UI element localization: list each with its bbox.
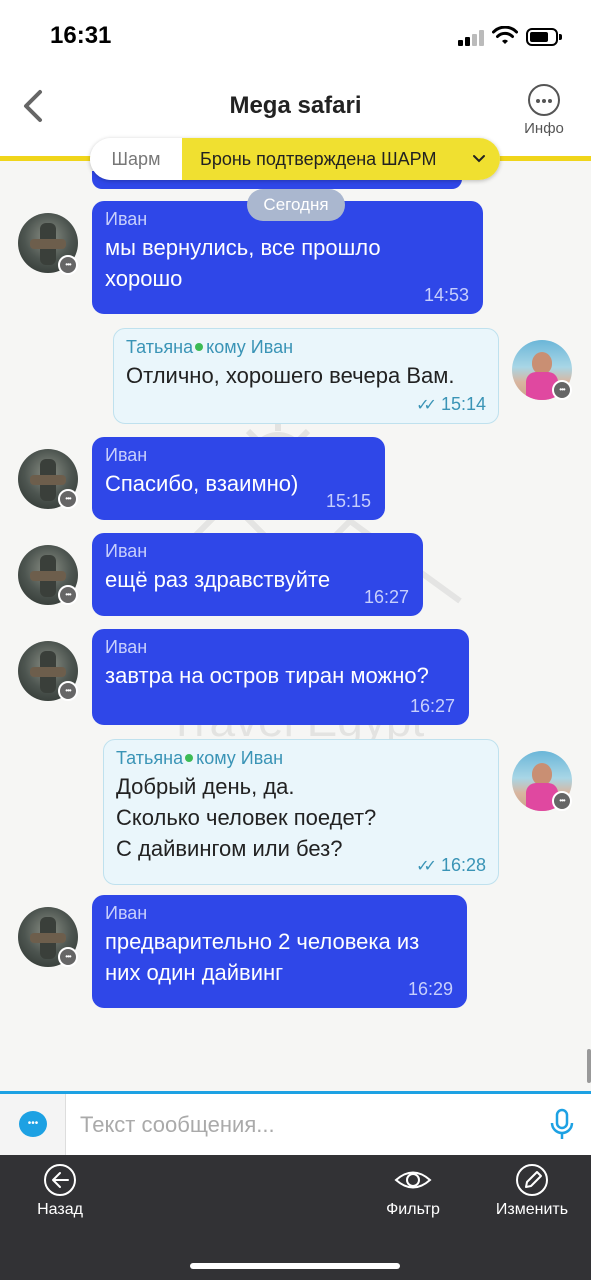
message-sender-line: Татьяна кому Иван <box>126 337 486 358</box>
double-check-icon: ✓✓ <box>416 858 437 875</box>
message-incoming[interactable]: Иван завтра на остров тиран можно? 16:27 <box>92 629 469 725</box>
message-time: 16:29 <box>407 979 453 999</box>
message-incoming[interactable]: Иван предварительно 2 человека из них од… <box>92 895 467 1008</box>
microphone-icon[interactable] <box>549 1108 575 1142</box>
message-composer <box>0 1091 591 1155</box>
info-label: Инфо <box>524 120 564 137</box>
status-time: 16:31 <box>50 22 112 49</box>
chat-bubble-icon <box>19 1111 47 1137</box>
message-sender: Татьяна <box>126 337 194 357</box>
wifi-icon <box>492 26 518 44</box>
message-sender: Иван <box>105 637 148 657</box>
message-incoming[interactable]: Иван ещё раз здравствуйте 16:27 <box>92 533 423 616</box>
filter-button[interactable]: Фильтр <box>380 1163 446 1219</box>
message-outgoing[interactable]: Татьяна кому Иван Отлично, хорошего вечер… <box>113 328 499 424</box>
filter-status-select[interactable]: Бронь подтверждена ШАРМ <box>182 138 500 180</box>
more-dots-icon <box>58 681 78 701</box>
message-time: 15:14 <box>440 394 486 414</box>
online-indicator <box>185 754 194 762</box>
filter-label: Фильтр <box>386 1201 440 1218</box>
message-sender: Иван <box>105 445 148 465</box>
message-text: завтра на остров тиран можно? <box>105 663 429 688</box>
more-dots-icon <box>58 255 78 275</box>
message-sender: Иван <box>105 903 148 923</box>
message-time: 16:28 <box>440 855 486 875</box>
message-time: 15:15 <box>325 491 371 511</box>
double-check-icon: ✓✓ <box>416 397 437 414</box>
message-time: 14:53 <box>423 285 469 305</box>
chat-title: Mega safari <box>229 92 362 119</box>
message-input[interactable] <box>80 1108 530 1142</box>
more-dots-icon <box>58 489 78 509</box>
cellular-signal-icon <box>458 30 486 46</box>
message-text: мы вернулись, все прошло хорошо <box>105 235 381 291</box>
message-incoming[interactable]: Иван Спасибо, взаимно) 15:15 <box>92 437 385 520</box>
filter-city[interactable]: Шарм <box>90 138 182 180</box>
message-time: 16:27 <box>409 696 455 716</box>
more-dots-icon <box>552 791 572 811</box>
quick-replies-button[interactable] <box>0 1094 66 1155</box>
message-text: предварительно 2 человека из них один да… <box>105 929 420 985</box>
message-recipient: кому Иван <box>196 748 284 768</box>
message-text: Отлично, хорошего вечера Вам. <box>126 363 455 388</box>
message-time: 16:27 <box>363 587 409 607</box>
message-recipient: кому Иван <box>206 337 294 357</box>
chevron-down-icon <box>473 155 485 163</box>
online-indicator <box>195 343 204 351</box>
status-bar: 16:31 <box>0 0 591 74</box>
edit-label: Изменить <box>495 1201 569 1218</box>
message-sender: Иван <box>105 541 148 561</box>
filter-status-value: Бронь подтверждена ШАРМ <box>200 149 437 169</box>
scrollbar[interactable] <box>587 1049 591 1083</box>
message-outgoing[interactable]: Татьяна кому Иван Добрый день, да. Скольк… <box>103 739 499 885</box>
message-text: Добрый день, да. Сколько человек поедет?… <box>116 774 377 861</box>
back-button[interactable]: Назад <box>28 1163 92 1219</box>
eye-icon <box>394 1171 432 1189</box>
bottom-toolbar: Назад Фильтр Изменить <box>0 1155 591 1280</box>
more-dots-icon <box>552 380 572 400</box>
info-button[interactable]: Инфо <box>519 84 569 144</box>
home-indicator <box>190 1263 400 1269</box>
back-arrow-circle-icon <box>44 1164 76 1196</box>
message-sender-line: Татьяна кому Иван <box>116 748 486 769</box>
message-sender: Татьяна <box>116 748 184 768</box>
back-label: Назад <box>37 1201 83 1218</box>
edit-button[interactable]: Изменить <box>490 1163 574 1219</box>
battery-icon <box>526 28 562 46</box>
more-dots-icon <box>58 947 78 967</box>
chat-messages-area[interactable]: Albatross Travel Egypt Сегодня Иван мы в… <box>0 161 591 1091</box>
status-filter-dropdown[interactable]: Шарм Бронь подтверждена ШАРМ <box>90 138 500 180</box>
more-dots-icon <box>58 585 78 605</box>
more-dots-icon <box>528 84 560 116</box>
date-separator: Сегодня <box>247 189 345 221</box>
pencil-circle-icon <box>516 1164 548 1196</box>
